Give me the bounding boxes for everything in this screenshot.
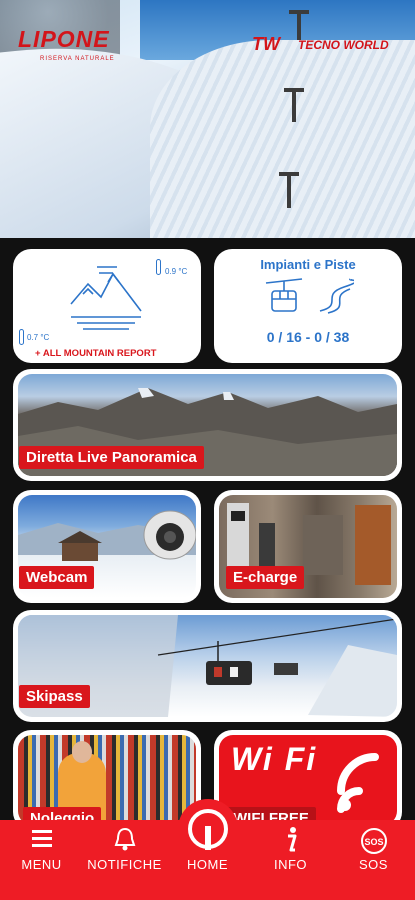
lift-pylon	[284, 88, 304, 122]
impianti-count: 0 / 16 - 0 / 38	[266, 329, 350, 345]
nav-sos-label: SOS	[359, 857, 388, 872]
menu-icon	[31, 830, 52, 847]
person-head	[72, 741, 92, 763]
noleggio-tile[interactable]: Noleggio	[13, 730, 201, 830]
e-charge-label: E-charge	[226, 566, 305, 589]
bell-icon	[114, 827, 135, 851]
nav-info[interactable]: INFO	[249, 820, 332, 900]
impianti-title: Impianti e Piste	[260, 257, 356, 272]
sos-badge-text: SOS	[364, 837, 383, 847]
temperature-top: 0.9 °C	[165, 267, 188, 276]
lipone-logo-subtitle: RISERVA NATURALE	[40, 56, 115, 62]
sos-icon: SOS	[360, 828, 387, 854]
weather-card[interactable]: 0.9 °C 0.7 °C + ALL MOUNTAIN REPORT	[13, 249, 201, 363]
info-icon	[287, 827, 296, 852]
nav-menu-label: MENU	[21, 857, 62, 872]
wifi-logo: Wi Fi	[231, 741, 318, 777]
nav-notifiche-label: NOTIFICHE	[87, 857, 162, 872]
panoramica-label: Diretta Live Panoramica	[19, 446, 204, 469]
webcam-tile[interactable]: Webcam	[13, 490, 201, 603]
lift-pylon	[289, 10, 309, 40]
hero-banner: LIPONE RISERVA NATURALE TW TECNO WORLD	[0, 0, 415, 238]
nav-sos[interactable]: SOS SOS	[332, 820, 415, 900]
ski-slope-icon	[319, 278, 354, 314]
nav-home-label: HOME	[187, 857, 228, 872]
lift-pylon	[279, 172, 299, 208]
nav-info-label: INFO	[273, 857, 308, 872]
all-mountain-report-link[interactable]: + ALL MOUNTAIN REPORT	[35, 348, 156, 359]
wifi-signal-icon	[337, 753, 379, 813]
impianti-piste-card[interactable]: Impianti e Piste 0 / 16 - 0 / 38	[214, 249, 402, 363]
diretta-live-panoramica-tile[interactable]: Diretta Live Panoramica	[13, 369, 402, 481]
skipass-label: Skipass	[19, 685, 90, 708]
skipass-tile[interactable]: Skipass	[13, 610, 402, 722]
temperature-bottom: 0.7 °C	[27, 333, 50, 342]
thermometer-icon	[156, 259, 161, 275]
tecnoworld-mark: TW	[252, 34, 280, 54]
home-icon	[187, 809, 228, 850]
lipone-logo: LIPONE	[18, 26, 110, 52]
thermometer-icon	[19, 329, 24, 345]
webcam-label: Webcam	[19, 566, 95, 589]
ski-slope-right	[150, 40, 415, 238]
nav-home[interactable]: HOME	[166, 809, 249, 900]
tecnoworld-logo: TECNO WORLD	[298, 38, 389, 52]
nav-notifiche[interactable]: NOTIFICHE	[83, 820, 166, 900]
wifi-free-tile[interactable]: Wi Fi WIFI FREE	[214, 730, 402, 830]
gondola-icon	[265, 278, 303, 312]
nav-menu[interactable]: MENU	[0, 820, 83, 900]
e-charge-tile[interactable]: E-charge	[214, 490, 402, 603]
bottom-navigation-bar: MENU NOTIFICHE HOME INFO SOS SOS	[0, 809, 415, 900]
